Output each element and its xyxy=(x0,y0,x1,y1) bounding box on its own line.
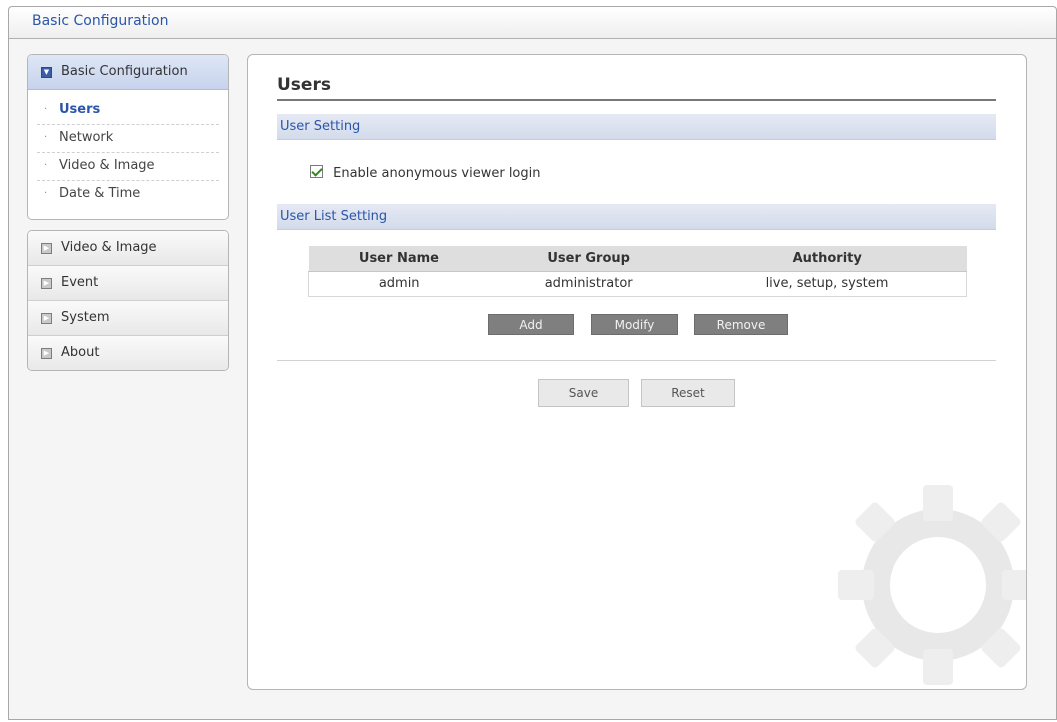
sidebar-category-about[interactable]: ▶ About xyxy=(28,336,228,370)
table-header-row: User Name User Group Authority xyxy=(308,246,967,272)
section-heading: User List Setting xyxy=(280,209,388,224)
anonymous-login-checkbox[interactable] xyxy=(310,165,323,178)
title-divider xyxy=(277,99,996,101)
sidebar-item-network[interactable]: · Network xyxy=(37,125,219,153)
expand-arrow-icon: ▶ xyxy=(41,243,52,254)
user-list-table: User Name User Group Authority admin adm… xyxy=(308,246,967,297)
section-user-list-setting: User List Setting xyxy=(277,204,996,230)
table-row[interactable]: admin administrator live, setup, system xyxy=(308,271,967,297)
sidebar-category-label: Event xyxy=(61,275,99,290)
sidebar-item-video-image[interactable]: · Video & Image xyxy=(37,153,219,181)
column-header-user-name: User Name xyxy=(308,246,490,272)
modify-user-button[interactable]: Modify xyxy=(591,314,678,335)
anonymous-login-label: Enable anonymous viewer login xyxy=(333,166,541,181)
sidebar-item-label: Date & Time xyxy=(59,186,141,201)
anonymous-login-row: Enable anonymous viewer login xyxy=(310,165,541,181)
sidebar-category-event[interactable]: ▶ Event xyxy=(28,266,228,301)
sidebar-item-users[interactable]: · Users xyxy=(37,97,219,125)
cell-user-group: administrator xyxy=(489,271,688,297)
sidebar-category-video-image[interactable]: ▶ Video & Image xyxy=(28,231,228,266)
sidebar-sub-list: · Users · Network · Video & Image · Date… xyxy=(28,90,228,209)
page-header: Basic Configuration xyxy=(9,7,1056,39)
expand-arrow-icon: ▶ xyxy=(41,348,52,359)
sidebar-category-system[interactable]: ▶ System xyxy=(28,301,228,336)
section-user-setting: User Setting xyxy=(277,114,996,140)
add-user-button[interactable]: Add xyxy=(488,314,574,335)
sidebar-categories-panel: ▶ Video & Image ▶ Event ▶ System ▶ About xyxy=(27,230,229,371)
sidebar-category-basic-configuration[interactable]: ▼ Basic Configuration xyxy=(28,55,228,90)
sidebar-category-label: Video & Image xyxy=(61,240,157,255)
section-heading: User Setting xyxy=(280,119,361,134)
column-header-authority: Authority xyxy=(687,246,967,272)
column-header-user-group: User Group xyxy=(489,246,688,272)
sidebar-category-label: About xyxy=(61,345,100,360)
content-divider xyxy=(277,360,996,361)
bullet-icon: · xyxy=(44,188,48,199)
bullet-icon: · xyxy=(44,132,48,143)
bullet-icon: · xyxy=(44,160,48,171)
save-button[interactable]: Save xyxy=(538,379,629,407)
header-title: Basic Configuration xyxy=(32,13,169,29)
sidebar-basic-panel: ▼ Basic Configuration · Users · Network … xyxy=(27,54,229,220)
sidebar-item-label: Users xyxy=(59,102,101,117)
page-title: Users xyxy=(277,75,331,95)
sidebar-item-label: Network xyxy=(59,130,114,145)
remove-user-button[interactable]: Remove xyxy=(694,314,788,335)
main-content-panel: Users User Setting Enable anonymous view… xyxy=(247,54,1027,690)
sidebar-item-date-time[interactable]: · Date & Time xyxy=(37,181,219,209)
gear-watermark-icon xyxy=(838,485,1026,685)
bullet-icon: · xyxy=(44,104,48,115)
cell-user-name: admin xyxy=(308,271,490,297)
sidebar-item-label: Video & Image xyxy=(59,158,155,173)
reset-button[interactable]: Reset xyxy=(641,379,735,407)
expand-arrow-icon: ▶ xyxy=(41,313,52,324)
cell-authority: live, setup, system xyxy=(687,271,967,297)
expand-arrow-icon: ▼ xyxy=(41,67,52,78)
sidebar-category-label: Basic Configuration xyxy=(61,64,188,79)
expand-arrow-icon: ▶ xyxy=(41,278,52,289)
sidebar-category-label: System xyxy=(61,310,110,325)
